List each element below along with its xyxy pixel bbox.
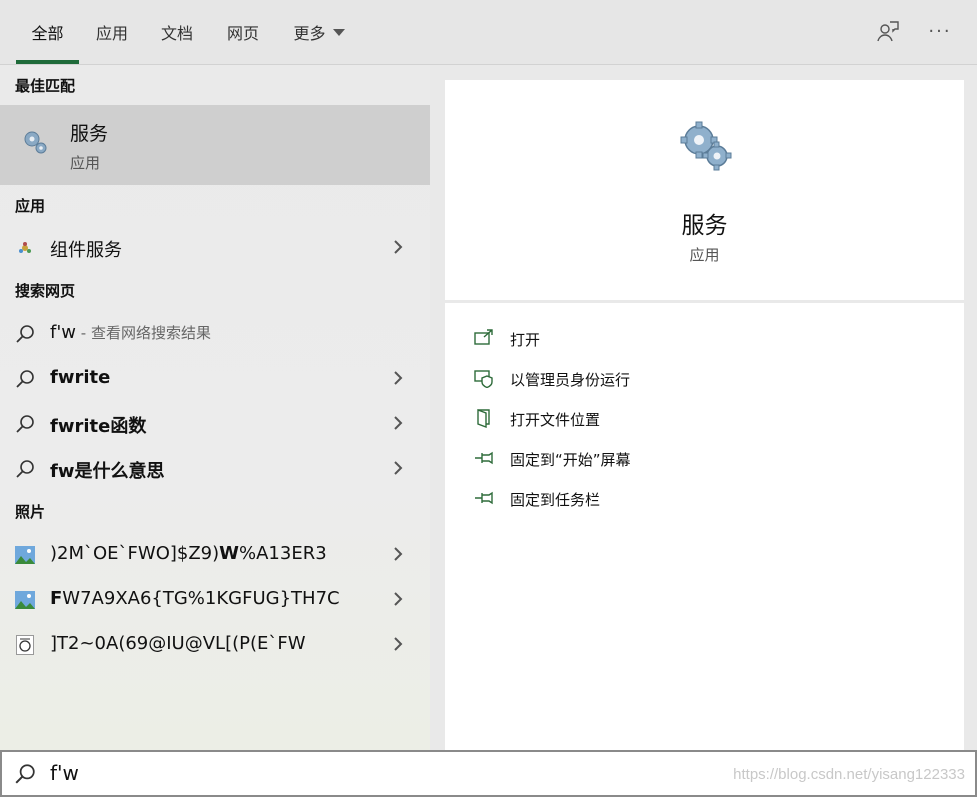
detail-type: 应用: [689, 246, 720, 264]
file-location-icon: [473, 408, 495, 429]
photo-result-1[interactable]: )2M`OE`FWO]$Z9)W%A13ER3: [0, 532, 430, 576]
search-icon: [14, 763, 36, 789]
run-as-admin-shield-icon: [473, 368, 495, 389]
tab-web[interactable]: 网页: [214, 0, 272, 64]
tab-documents[interactable]: 文档: [148, 0, 206, 64]
component-services-icon: [14, 237, 36, 259]
pin-icon: [473, 448, 495, 468]
action-label: 打开文件位置: [510, 411, 601, 429]
photo-result-2[interactable]: FW7A9XA6{TG%1KGFUG}TH7C: [0, 577, 430, 621]
filter-tab-bar: 全部 应用 文档 网页 更多 ···: [0, 0, 977, 65]
search-icon: [14, 458, 36, 480]
photo-name-part: W7A9XA6{TG%1KGFUG}TH7C: [62, 588, 340, 609]
photo-name-highlight: F: [50, 588, 63, 609]
tab-more[interactable]: 更多: [281, 0, 357, 64]
chevron-right-icon[interactable]: [392, 591, 404, 611]
photo-name-part: ]T2~0A(69@IU@VL[(P(E`FW: [50, 633, 306, 654]
web-result-fwrite-function[interactable]: fwrite函数: [0, 401, 430, 445]
search-icon: [14, 413, 36, 435]
chevron-right-icon[interactable]: [392, 546, 404, 566]
action-open-file-location[interactable]: 打开文件位置: [445, 398, 964, 438]
action-label: 打开: [510, 331, 541, 349]
action-label: 固定到“开始”屏幕: [510, 451, 631, 469]
results-list: 最佳匹配 服务 应用 应用 组件服务 搜索网页 f'w - 查看网络搜索结果 f…: [0, 65, 430, 750]
section-best-match: 最佳匹配: [15, 77, 76, 95]
chevron-right-icon[interactable]: [392, 239, 404, 259]
section-apps: 应用: [15, 197, 46, 215]
chevron-right-icon[interactable]: [392, 460, 404, 480]
tab-all[interactable]: 全部: [16, 0, 79, 64]
action-run-as-admin[interactable]: 以管理员身份运行: [445, 358, 964, 398]
watermark-text: https://blog.csdn.net/yisang122333: [733, 766, 965, 783]
tab-all-label: 全部: [31, 24, 64, 43]
services-gear-icon: [677, 118, 733, 178]
section-search-web: 搜索网页: [15, 282, 76, 300]
search-input[interactable]: [50, 761, 650, 785]
search-box: https://blog.csdn.net/yisang122333: [0, 750, 977, 797]
web-result-fw[interactable]: f'w - 查看网络搜索结果: [0, 311, 430, 355]
best-match-type: 应用: [70, 154, 101, 172]
more-options-icon[interactable]: ···: [926, 18, 954, 46]
chevron-right-icon[interactable]: [392, 415, 404, 435]
photo-result-3[interactable]: ]T2~0A(69@IU@VL[(P(E`FW: [0, 622, 430, 666]
photo-name-highlight: W: [219, 543, 240, 564]
image-icon: [14, 544, 36, 566]
photo-name-part: )2M`OE`FWO]$Z9): [50, 543, 220, 564]
action-pin-to-taskbar[interactable]: 固定到任务栏: [445, 478, 964, 518]
web-result-fwrite[interactable]: fwrite: [0, 356, 430, 400]
web-result-label: fwrite函数: [50, 416, 147, 437]
tab-documents-label: 文档: [160, 24, 193, 43]
search-icon: [14, 368, 36, 390]
photo-result-label: FW7A9XA6{TG%1KGFUG}TH7C: [50, 588, 340, 609]
photo-result-label: )2M`OE`FWO]$Z9)W%A13ER3: [50, 543, 327, 564]
web-result-fw-meaning[interactable]: fw是什么意思: [0, 446, 430, 490]
web-result-label: fwrite: [50, 367, 111, 388]
action-label: 以管理员身份运行: [510, 371, 631, 389]
caret-down-icon: [332, 28, 345, 36]
tab-apps-label: 应用: [95, 24, 128, 43]
action-pin-to-start[interactable]: 固定到“开始”屏幕: [445, 438, 964, 478]
app-result-component-services[interactable]: 组件服务: [0, 225, 430, 269]
web-result-label: f'w - 查看网络搜索结果: [50, 322, 211, 343]
best-match-item[interactable]: 服务 应用: [0, 105, 430, 185]
detail-actions: 打开 以管理员身份运行 打开文件位置 固定到“开始”屏幕 固定到任务栏: [445, 303, 964, 750]
pin-icon: [473, 488, 495, 508]
tab-apps[interactable]: 应用: [83, 0, 141, 64]
document-image-icon: [14, 634, 36, 656]
tab-more-label: 更多: [293, 24, 326, 43]
detail-name: 服务: [681, 213, 728, 239]
app-result-label: 组件服务: [50, 240, 122, 261]
chevron-right-icon[interactable]: [392, 370, 404, 390]
tab-web-label: 网页: [226, 24, 259, 43]
photo-name-part: %A13ER3: [239, 543, 327, 564]
chevron-right-icon[interactable]: [392, 636, 404, 656]
web-query: f'w: [50, 322, 77, 343]
section-photos: 照片: [15, 503, 46, 521]
action-label: 固定到任务栏: [510, 491, 601, 509]
best-match-name: 服务: [70, 123, 109, 145]
search-icon: [14, 323, 36, 345]
feedback-icon[interactable]: [874, 18, 902, 46]
image-icon: [14, 589, 36, 611]
services-gear-icon: [20, 127, 50, 161]
detail-header: 服务 应用: [445, 80, 964, 300]
web-search-hint: - 查看网络搜索结果: [76, 324, 211, 342]
web-result-label: fw是什么意思: [50, 461, 165, 482]
action-open[interactable]: 打开: [445, 318, 964, 358]
open-icon: [473, 328, 495, 348]
photo-result-label: ]T2~0A(69@IU@VL[(P(E`FW: [50, 633, 306, 654]
